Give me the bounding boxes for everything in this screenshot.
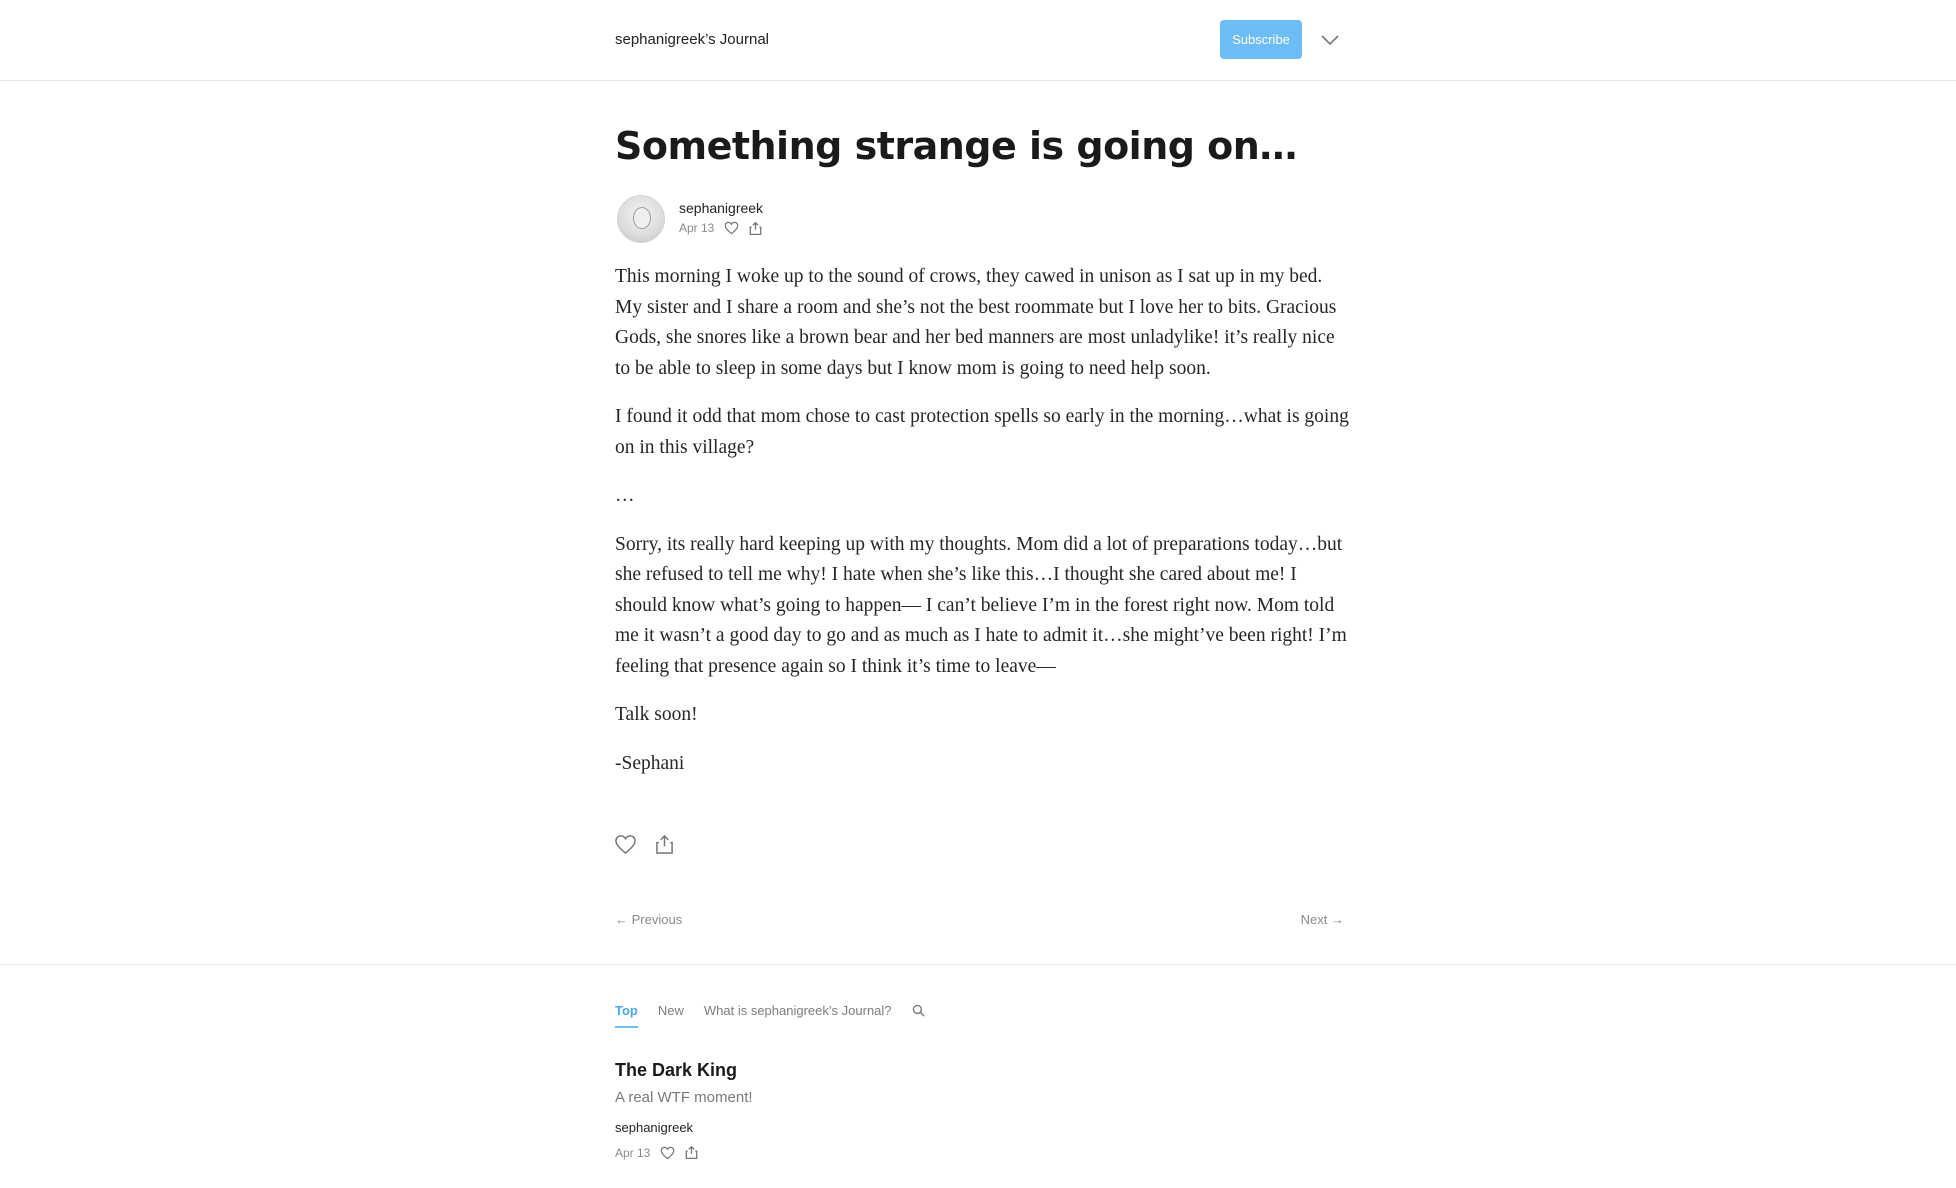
avatar[interactable] xyxy=(617,195,665,243)
previous-link[interactable]: ← Previous xyxy=(615,912,682,927)
author-name[interactable]: sephanigreek xyxy=(679,200,763,216)
archive-post-subtitle: A real WTF moment! xyxy=(615,1089,753,1106)
share-icon[interactable] xyxy=(655,834,674,855)
search-icon[interactable] xyxy=(912,1004,925,1017)
tab-top[interactable]: Top xyxy=(615,1003,638,1028)
tab-about[interactable]: What is sephanigreek’s Journal? xyxy=(704,1003,892,1018)
body-paragraph: Sorry, its really hard keeping up with m… xyxy=(615,533,1347,677)
publication-name[interactable]: sephanigreek’s Journal xyxy=(615,31,769,48)
chevron-down-icon[interactable] xyxy=(1318,28,1342,52)
archive-post-meta: Apr 13 xyxy=(615,1145,698,1160)
body-paragraph: -Sephani xyxy=(615,752,685,774)
share-icon[interactable] xyxy=(749,221,762,236)
top-bar: sephanigreek’s Journal Subscribe xyxy=(0,0,1956,81)
post-body: This morning I woke up to the sound of c… xyxy=(615,262,1350,797)
archive-post-title[interactable]: The Dark King xyxy=(615,1060,737,1081)
section-divider xyxy=(0,964,1956,965)
next-link[interactable]: Next → xyxy=(1301,912,1344,927)
heart-icon[interactable] xyxy=(614,834,637,855)
heart-icon[interactable] xyxy=(724,221,739,235)
archive-tabs: Top New What is sephanigreek’s Journal? xyxy=(615,1003,925,1028)
tab-new[interactable]: New xyxy=(658,1003,684,1018)
body-paragraph: … xyxy=(615,485,635,506)
avatar-portrait xyxy=(633,207,651,229)
post-actions xyxy=(614,834,674,855)
post-meta: Apr 13 xyxy=(679,219,762,237)
archive-post-date: Apr 13 xyxy=(615,1145,651,1160)
body-paragraph: I found it odd that mom chose to cast pr… xyxy=(615,406,1349,458)
archive-post-author[interactable]: sephanigreek xyxy=(615,1120,693,1135)
post-title: Something strange is going on… xyxy=(615,124,1297,168)
heart-icon[interactable] xyxy=(660,1146,675,1160)
body-paragraph: This morning I woke up to the sound of c… xyxy=(615,266,1337,379)
post-date: Apr 13 xyxy=(679,221,715,235)
share-icon[interactable] xyxy=(685,1145,698,1160)
body-paragraph: Talk soon! xyxy=(615,704,698,725)
subscribe-button[interactable]: Subscribe xyxy=(1220,20,1302,59)
